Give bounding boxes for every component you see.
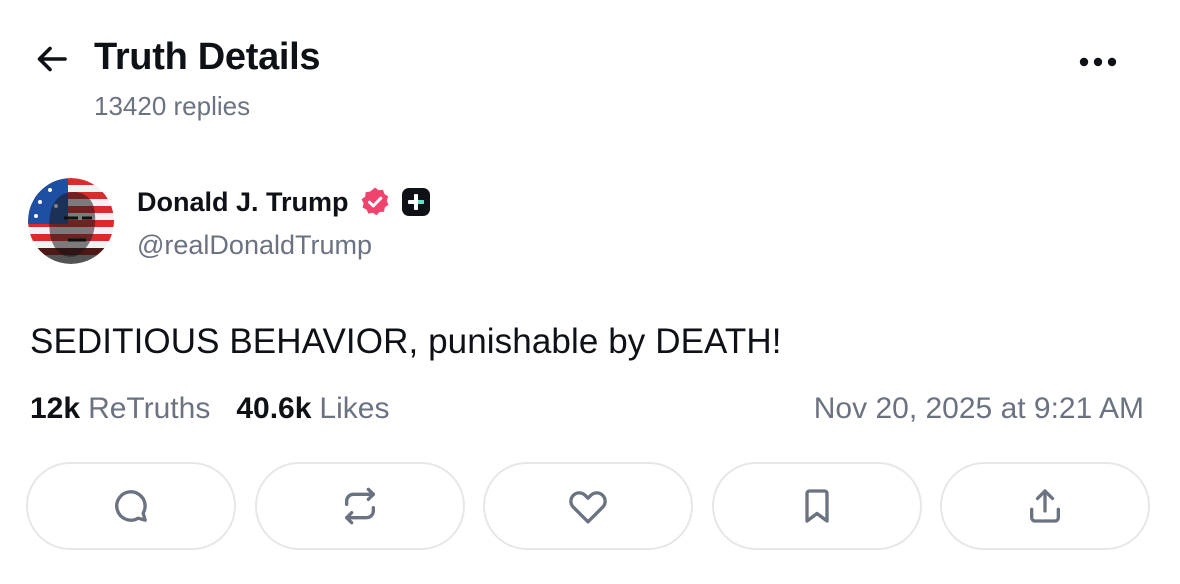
share-button[interactable] (940, 462, 1150, 550)
retruths-count[interactable]: 12k (30, 392, 80, 426)
likes-label[interactable]: Likes (319, 392, 389, 426)
action-bar (26, 462, 1150, 550)
more-horizontal-icon (1079, 57, 1117, 67)
author-handle[interactable]: @realDonaldTrump (137, 230, 372, 261)
more-options-button[interactable] (1070, 44, 1126, 80)
post-author[interactable]: Donald J. Trump @realDonaldTrump (28, 178, 728, 268)
plus-badge-icon (401, 188, 430, 216)
heart-icon (569, 491, 607, 524)
comment-icon (115, 490, 147, 522)
retruth-button[interactable] (254, 462, 465, 550)
likes-count[interactable]: 40.6k (236, 392, 311, 426)
upload-icon (1030, 489, 1060, 523)
verified-badge-icon (361, 187, 388, 216)
bookmark-button[interactable] (711, 462, 922, 550)
author-name[interactable]: Donald J. Trump (137, 187, 349, 218)
avatar[interactable] (28, 178, 114, 264)
page-title: Truth Details (94, 36, 321, 78)
post-text: SEDITIOUS BEHAVIOR, punishable by DEATH! (30, 322, 782, 361)
page-header: Truth Details 13420 replies (0, 0, 1180, 140)
reply-count: 13420 replies (94, 91, 251, 121)
repeat-icon (344, 487, 375, 525)
post-timestamp: Nov 20, 2025 at 9:21 AM (813, 392, 1144, 425)
bookmark-icon (804, 489, 829, 523)
retruths-label[interactable]: ReTruths (88, 392, 210, 426)
author-name-row: Donald J. Trump (137, 186, 431, 218)
post-stats: 12k ReTruths 40.6k Likes (30, 392, 389, 426)
back-button[interactable] (32, 38, 74, 80)
like-button[interactable] (483, 462, 693, 550)
arrow-left-icon (37, 46, 67, 72)
reply-button[interactable] (26, 462, 236, 550)
